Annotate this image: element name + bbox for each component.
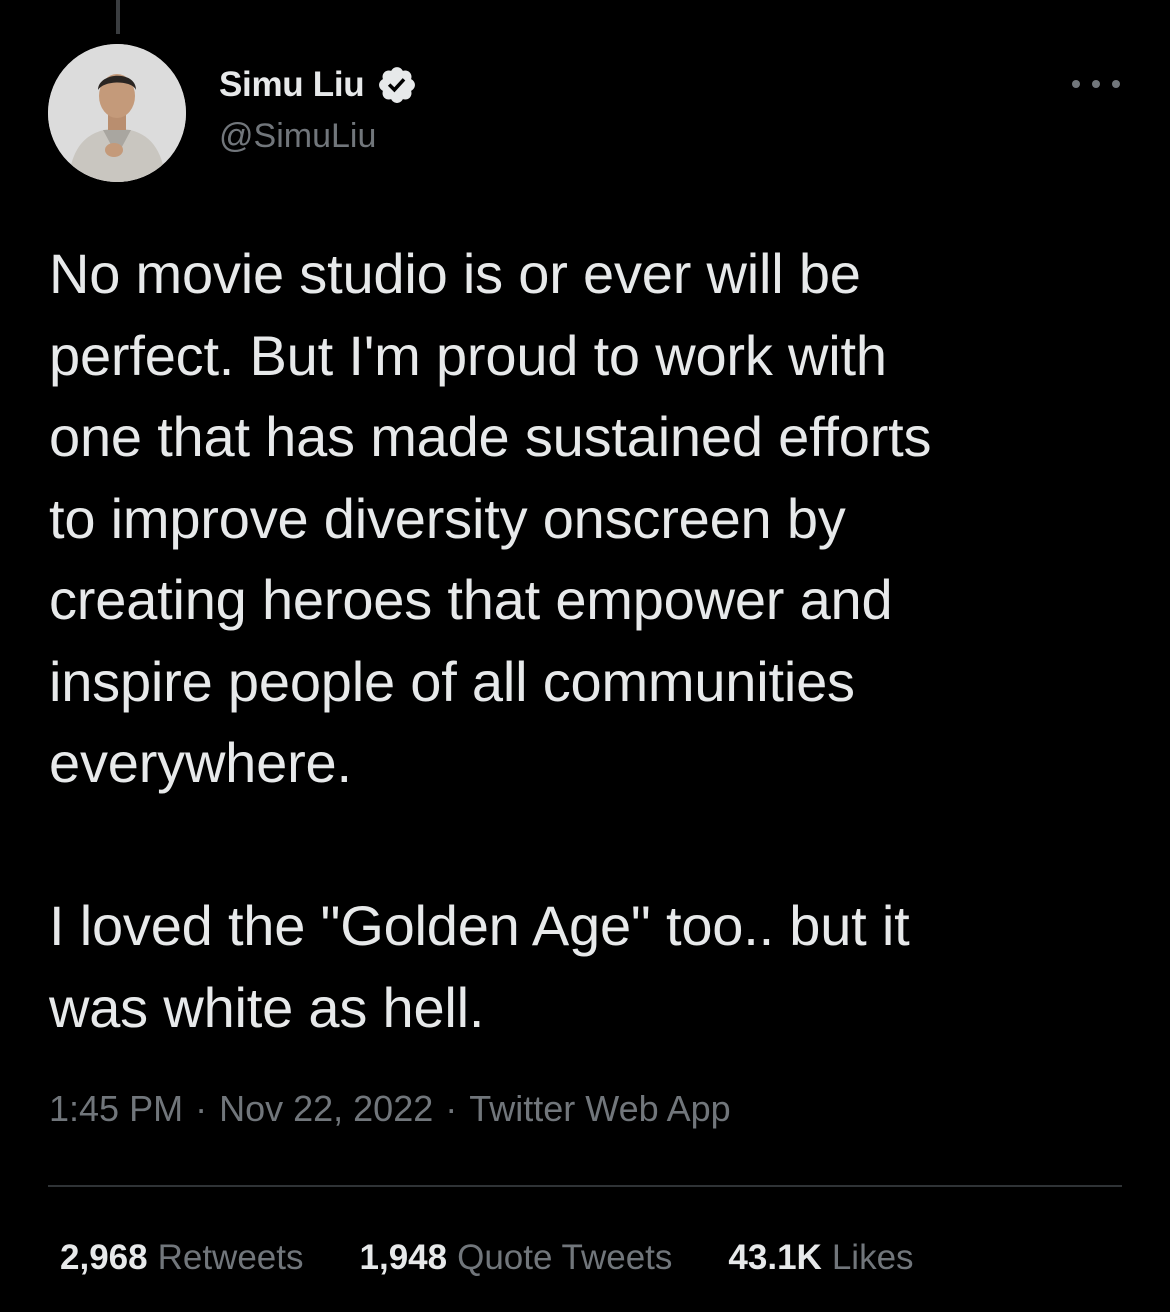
quote-tweets-count: 1,948 [359, 1238, 448, 1277]
more-dot [1112, 80, 1120, 88]
more-dot [1092, 80, 1100, 88]
likes-stat[interactable]: 43.1K Likes [728, 1238, 913, 1278]
more-dot [1072, 80, 1080, 88]
author-handle[interactable]: @SimuLiu [219, 117, 376, 156]
retweets-stat[interactable]: 2,968 Retweets [60, 1238, 304, 1278]
meta-separator: · [195, 1088, 208, 1129]
author-display-name[interactable]: Simu Liu [219, 65, 365, 105]
tweet-metadata: 1:45 PM · Nov 22, 2022 · Twitter Web App [49, 1088, 731, 1130]
tweet-source[interactable]: Twitter Web App [469, 1088, 730, 1129]
tweet-time[interactable]: 1:45 PM [49, 1088, 183, 1129]
more-options-icon[interactable] [1072, 70, 1120, 98]
thread-connector-line [116, 0, 120, 34]
verified-badge-icon[interactable] [376, 64, 418, 106]
quote-tweets-stat[interactable]: 1,948 Quote Tweets [360, 1238, 673, 1278]
retweets-count: 2,968 [60, 1238, 148, 1277]
tweet-date[interactable]: Nov 22, 2022 [219, 1088, 433, 1129]
tweet-text: No movie studio is or ever will be perfe… [49, 242, 932, 1039]
tweet-stats: 2,968 Retweets 1,948 Quote Tweets 43.1K … [60, 1238, 914, 1278]
retweets-label: Retweets [157, 1238, 304, 1277]
author-name-row: Simu Liu [219, 62, 418, 108]
quote-tweets-label: Quote Tweets [457, 1238, 673, 1277]
divider [48, 1185, 1122, 1187]
profile-photo-icon [48, 44, 186, 182]
likes-count: 43.1K [728, 1238, 822, 1277]
meta-separator: · [445, 1088, 458, 1129]
avatar[interactable] [48, 44, 186, 182]
likes-label: Likes [831, 1238, 914, 1277]
